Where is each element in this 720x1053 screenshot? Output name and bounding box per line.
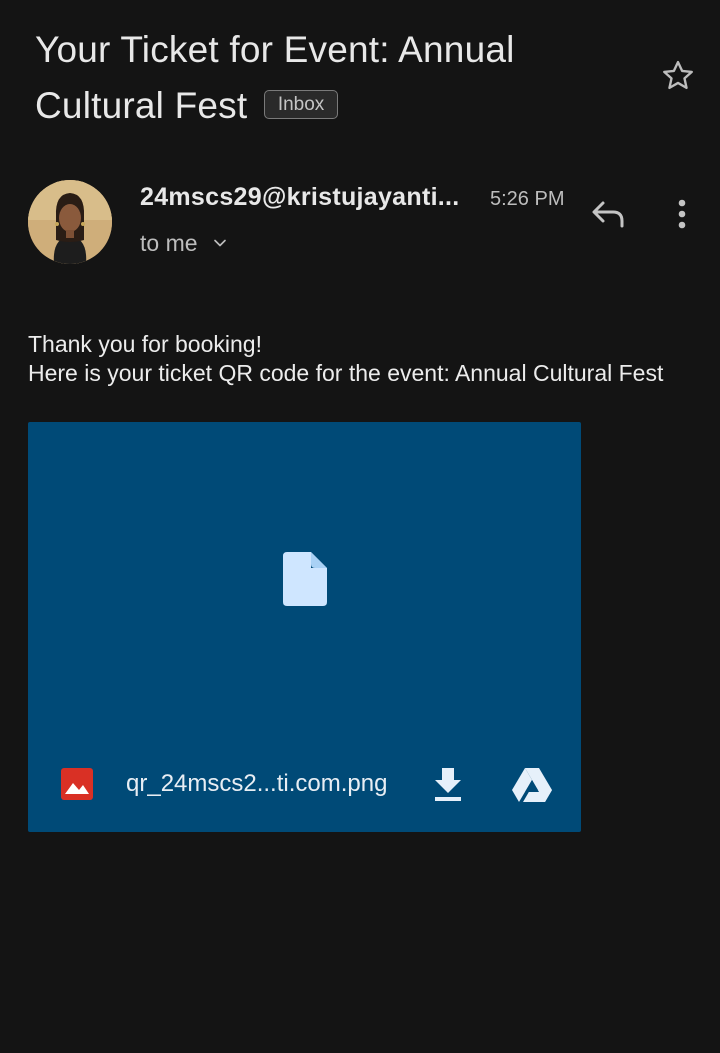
reply-icon[interactable] <box>589 197 627 231</box>
attachment-card[interactable]: qr_24mscs2...ti.com.png <box>28 422 581 832</box>
email-body: Thank you for booking! Here is your tick… <box>28 330 708 388</box>
image-icon <box>61 768 93 800</box>
star-icon[interactable] <box>659 57 697 95</box>
attachment-footer: qr_24mscs2...ti.com.png <box>28 757 581 813</box>
inbox-label-chip[interactable]: Inbox <box>263 89 339 119</box>
sender-address[interactable]: 24mscs29@kristujayanti... <box>140 181 480 213</box>
received-time: 5:26 PM <box>490 188 565 210</box>
file-icon <box>283 552 327 606</box>
recipient-details-toggle[interactable]: to me <box>140 228 230 258</box>
avatar[interactable] <box>28 180 112 264</box>
email-subject: Your Ticket for Event: Annual Cultural F… <box>35 22 625 134</box>
more-vert-icon[interactable] <box>667 196 697 232</box>
attachment-filename[interactable]: qr_24mscs2...ti.com.png <box>126 769 387 799</box>
body-line-thanks: Thank you for booking! <box>28 331 262 357</box>
google-drive-icon[interactable] <box>512 767 552 803</box>
chevron-down-icon <box>214 239 226 247</box>
download-icon[interactable] <box>432 766 464 802</box>
body-line-ticket: Here is your ticket QR code for the even… <box>28 360 664 386</box>
recipient-label: to me <box>140 230 198 256</box>
